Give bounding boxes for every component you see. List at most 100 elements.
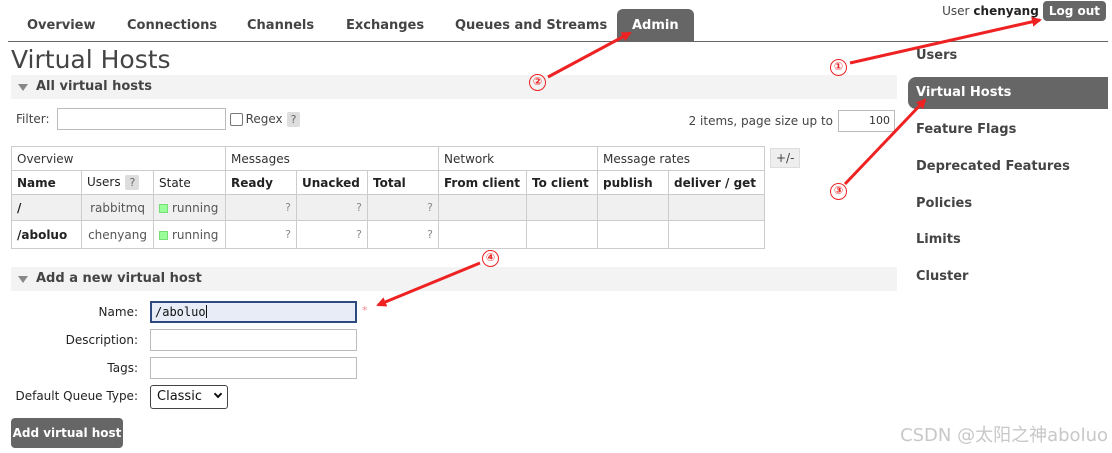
vhost-publish	[597, 220, 669, 249]
user-name: chenyang	[973, 4, 1039, 18]
vhost-name-link[interactable]: /aboluo	[11, 220, 82, 249]
annotation-marker-3: ③	[830, 183, 847, 200]
running-status-icon	[159, 203, 168, 213]
vhosts-table: Overview Messages Network Message rates …	[11, 146, 765, 249]
sidebar-item-limits[interactable]: Limits	[908, 224, 1108, 256]
sidebar-item-feature-flags[interactable]: Feature Flags	[908, 114, 1108, 146]
regex-checkbox[interactable]	[229, 112, 243, 126]
page-size-input[interactable]: 100	[838, 110, 895, 132]
filter-label: Filter:	[16, 112, 50, 126]
col-deliver-get[interactable]: deliver / get	[668, 170, 765, 195]
chevron-down-icon	[213, 389, 223, 399]
col-total[interactable]: Total	[367, 170, 439, 195]
col-state[interactable]: State	[153, 170, 226, 195]
required-mark: *	[362, 304, 368, 317]
description-input[interactable]	[150, 329, 357, 351]
col-unacked[interactable]: Unacked	[296, 170, 368, 195]
table-row[interactable]: / rabbitmq running ? ? ?	[11, 194, 765, 221]
vhost-unacked: ?	[296, 194, 368, 221]
filter-row: Filter: Regex ?	[16, 108, 301, 130]
add-vhost-title: Add a new virtual host	[36, 271, 202, 286]
annotation-marker-2: ②	[529, 74, 546, 91]
group-messages: Messages	[225, 146, 439, 171]
col-name[interactable]: Name	[11, 170, 82, 195]
group-message-rates: Message rates	[597, 146, 765, 171]
description-row: Description:	[0, 329, 400, 353]
vhost-name-link[interactable]: /	[11, 194, 82, 221]
sidebar-item-policies[interactable]: Policies	[908, 188, 1108, 220]
queue-type-select[interactable]: Classic	[150, 385, 228, 409]
vhost-total: ?	[367, 220, 439, 249]
annotation-marker-4: ④	[482, 250, 499, 267]
tab-connections[interactable]: Connections	[127, 9, 217, 42]
column-toggle-button[interactable]: +/-	[770, 148, 801, 168]
add-vhost-header[interactable]: Add a new virtual host	[11, 267, 897, 291]
page-size-control: 2 items, page size up to 100	[689, 110, 895, 132]
vhost-publish	[597, 194, 669, 221]
tab-exchanges[interactable]: Exchanges	[346, 9, 424, 42]
vhost-to-client	[526, 194, 598, 221]
table-row[interactable]: /aboluo chenyang running ? ? ?	[11, 220, 765, 249]
user-box: User chenyang Log out	[942, 1, 1106, 21]
logout-button[interactable]: Log out	[1042, 1, 1106, 21]
filter-input[interactable]	[56, 108, 226, 130]
col-to-client[interactable]: To client	[526, 170, 598, 195]
vhost-from-client	[438, 220, 527, 249]
queue-type-label: Default Queue Type:	[15, 389, 138, 403]
regex-label: Regex	[245, 112, 283, 126]
col-publish[interactable]: publish	[597, 170, 669, 195]
all-vhosts-header[interactable]: All virtual hosts	[11, 75, 897, 99]
watermark: CSDN @太阳之神aboluo	[900, 425, 1108, 446]
vhost-state: running	[153, 220, 226, 249]
sidebar-item-deprecated-features[interactable]: Deprecated Features	[908, 151, 1108, 183]
add-virtual-host-button[interactable]: Add virtual host	[11, 418, 123, 448]
running-status-icon	[159, 230, 168, 240]
items-count-text: 2 items, page size up to	[688, 114, 833, 128]
vhost-from-client	[438, 194, 527, 221]
vhost-unacked: ?	[296, 220, 368, 249]
col-ready[interactable]: Ready	[225, 170, 297, 195]
page-title: Virtual Hosts	[11, 45, 171, 74]
tags-label: Tags:	[107, 361, 138, 375]
vhost-state-label: running	[172, 200, 219, 215]
tab-overview[interactable]: Overview	[27, 9, 96, 42]
name-label: Name:	[98, 305, 138, 319]
users-help-icon[interactable]: ?	[125, 175, 140, 190]
vhost-ready: ?	[225, 220, 297, 249]
regex-help-icon[interactable]: ?	[286, 111, 301, 127]
description-label: Description:	[65, 333, 138, 347]
vhost-users: rabbitmq	[81, 194, 154, 221]
name-input[interactable]: /aboluo	[150, 301, 357, 323]
collapse-triangle-icon	[18, 276, 28, 283]
user-prefix: User	[942, 4, 970, 18]
col-users[interactable]: Users ?	[81, 170, 154, 195]
collapse-triangle-icon	[18, 84, 28, 91]
name-row: Name: /aboluo *	[0, 301, 400, 325]
sidebar-item-virtual-hosts[interactable]: Virtual Hosts	[908, 77, 1108, 109]
annotation-marker-1: ①	[830, 59, 847, 76]
queue-type-value: Classic	[157, 389, 202, 404]
group-network: Network	[438, 146, 598, 171]
tags-input[interactable]	[150, 357, 357, 379]
vhost-to-client	[526, 220, 598, 249]
text-caret	[205, 305, 207, 318]
tab-queues-and-streams[interactable]: Queues and Streams	[455, 9, 607, 42]
vhost-state-label: running	[172, 227, 219, 242]
sidebar-item-cluster[interactable]: Cluster	[908, 261, 1108, 293]
tab-channels[interactable]: Channels	[247, 9, 314, 42]
all-vhosts-title: All virtual hosts	[36, 79, 152, 94]
vhost-users: chenyang	[81, 220, 154, 249]
vhost-total: ?	[367, 194, 439, 221]
vhost-ready: ?	[225, 194, 297, 221]
vhost-state: running	[153, 194, 226, 221]
tab-admin[interactable]: Admin	[617, 9, 694, 42]
col-from-client[interactable]: From client	[438, 170, 527, 195]
vhost-deliver-get	[668, 194, 765, 221]
vhost-deliver-get	[668, 220, 765, 249]
name-input-value: /aboluo	[155, 305, 206, 319]
sidebar-item-users[interactable]: Users	[908, 40, 1108, 72]
col-users-label: Users	[87, 175, 121, 189]
queue-type-row: Default Queue Type: Classic	[0, 385, 400, 409]
group-overview: Overview	[11, 146, 226, 171]
tags-row: Tags:	[0, 357, 400, 381]
